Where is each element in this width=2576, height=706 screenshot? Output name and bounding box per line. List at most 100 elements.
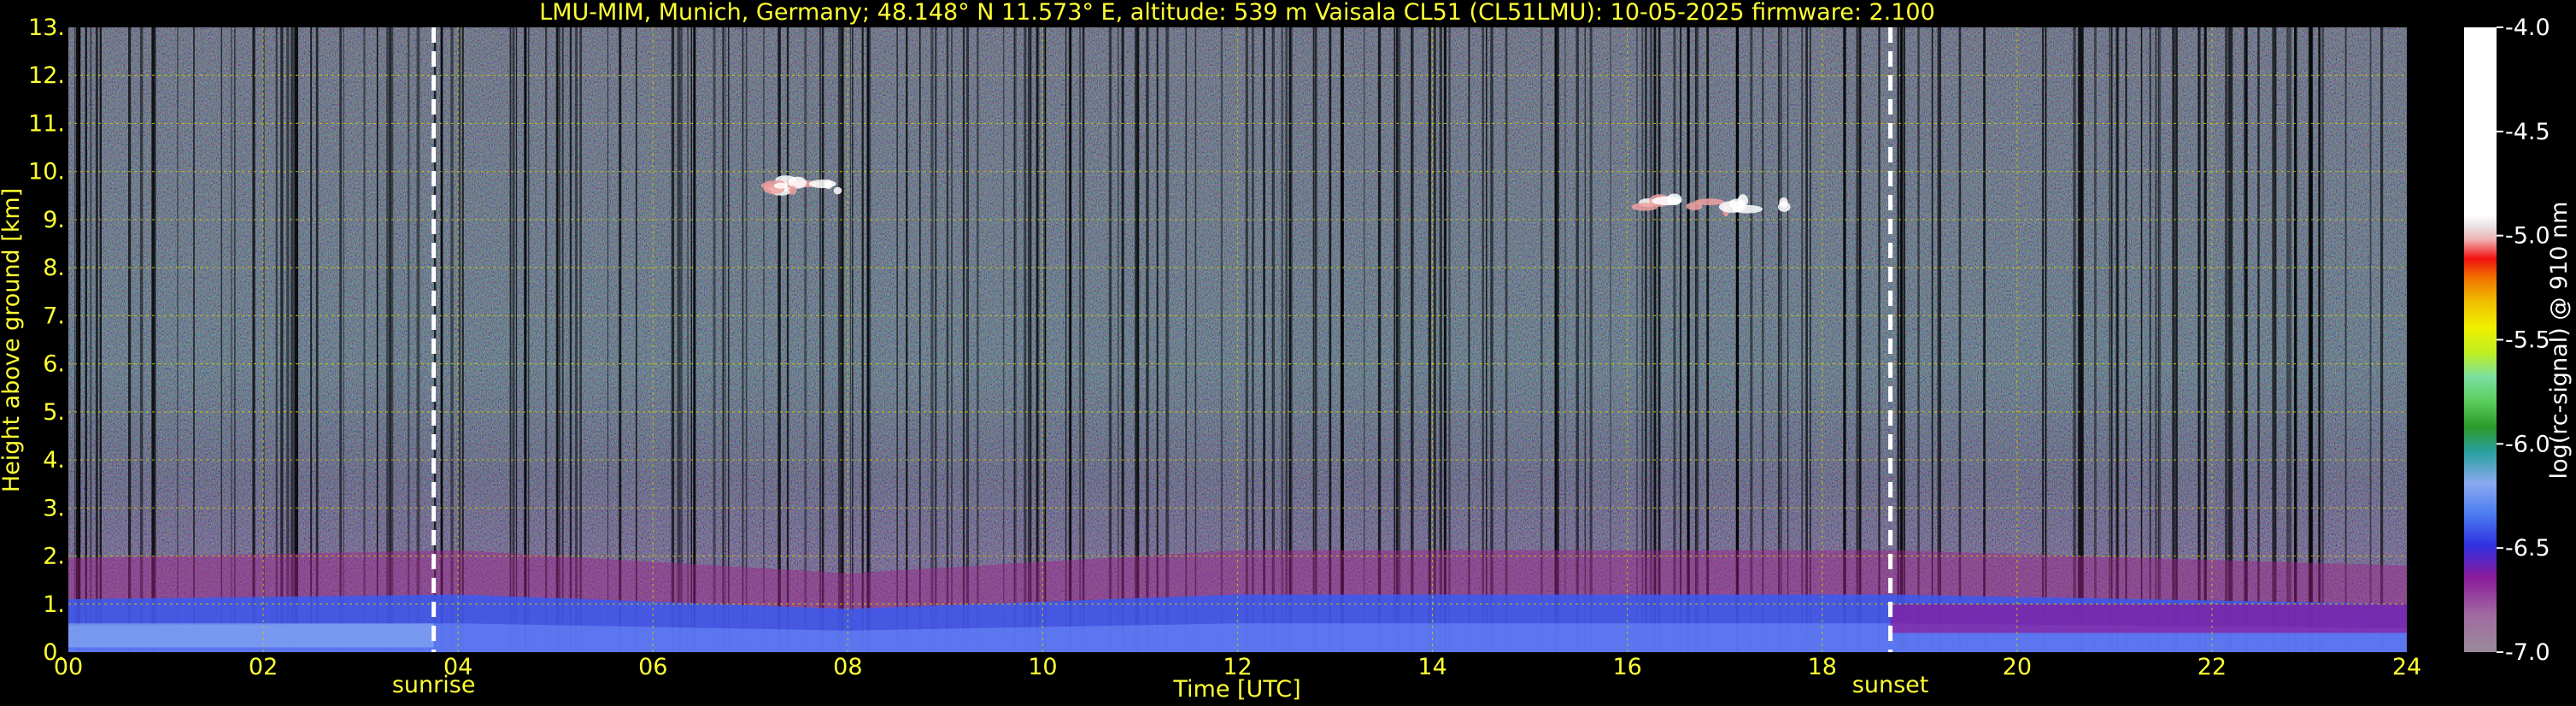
y-tick-label: 9. [43,207,65,233]
y-tick-label: 10. [28,159,65,185]
dropout-stripe [2199,27,2201,652]
plot-area [68,27,2407,652]
event-label: sunset [1852,672,1929,698]
colorbar-label: log(rc-signal) @ 910 nm [2546,202,2573,479]
residual-layer [1890,603,2407,633]
event-labels: sunrise sunset [392,672,1928,698]
dropout-stripe [2174,27,2177,652]
cloud-blob [774,182,787,189]
event-label: sunrise [392,672,476,698]
dropout-stripe [935,27,937,652]
dropout-stripe [1030,27,1032,652]
y-tick-label: 1. [43,591,65,618]
x-tick-label: 10 [1028,654,1057,680]
cloud-blob [1777,202,1791,212]
colorbar: -4.0 -4.5 -5.0 -5.5 -6.0 -6.5 -7.0 log(rc-sign… [2464,15,2573,666]
cloud-blob [788,185,797,195]
x-tick-label: 16 [1612,654,1641,680]
dropout-stripe [804,27,807,652]
dropout-stripe [819,27,822,652]
colorbar-tick-label: -4.0 [2505,15,2550,41]
colorbar-tick-label: -7.0 [2505,639,2550,666]
y-tick-label: 7. [43,303,65,329]
dropout-stripe [966,27,969,652]
y-tick-label: 5. [43,399,65,426]
dropout-stripe [2288,27,2291,652]
dropout-stripe [822,27,824,652]
x-tick-label: 12 [1223,654,1252,680]
dropout-stripe [918,27,921,652]
dropout-stripe [1082,27,1085,652]
x-tick-label: 02 [249,654,278,680]
y-axis-ticks: 0. 1. 2. 3. 4. 5. 6. 7. 8. 9. 10. 11. 12. 13. [28,15,65,666]
x-tick-label: 14 [1417,654,1446,680]
dropout-stripe [906,27,908,652]
dropout-stripe [946,27,949,652]
dropout-stripe [1079,27,1081,652]
dropout-stripe [690,27,692,652]
x-tick-label: 08 [833,654,862,680]
y-tick-label: 6. [43,351,65,378]
dropout-stripe [2232,27,2233,652]
dropout-stripe [2286,27,2289,652]
dropout-stripe [671,27,675,652]
dropout-stripe [1028,27,1030,652]
dropout-stripe [866,27,870,652]
dropout-stripe [786,27,789,652]
dropout-stripe [951,27,953,652]
dropout-stripe [962,27,965,652]
dropout-stripe [896,27,898,652]
dropout-stripe [840,27,842,652]
dropout-stripe [2321,27,2324,652]
boundary-layer [68,550,2407,652]
dropout-stripe [2274,27,2277,652]
dropout-stripe [777,27,781,652]
y-tick-label: 12. [28,62,65,89]
dropout-stripe [2380,27,2384,652]
colorbar-tick-label: -5.0 [2505,223,2550,250]
dropout-stripe [2294,27,2297,652]
dropout-stripe [763,27,765,652]
dropout-stripe [2257,27,2260,652]
dropout-stripe [2244,27,2248,652]
cloud-blob [1694,198,1724,206]
x-tick-label: 20 [2003,654,2032,680]
dropout-stripe [1002,27,1005,652]
dropout-stripe [1065,27,1067,652]
dropout-stripe [849,27,851,652]
dropout-stripe [930,27,934,652]
dropout-stripe [2225,27,2227,652]
x-tick-label: 18 [1808,654,1837,680]
dropout-stripe [713,27,716,652]
y-tick-label: 11. [28,110,65,137]
ceilometer-chart: LMU-MIM, Munich, Germany; 48.148° N 11.5… [0,0,2573,703]
dropout-stripe [2176,27,2178,652]
dropout-stripe [1045,27,1047,652]
dropout-stripe [677,27,680,652]
y-tick-label: 4. [43,447,65,474]
y-axis-label: Height above ground [km] [0,188,25,492]
x-tick-label: 22 [2198,654,2227,680]
morning-layer [68,623,434,648]
dropout-stripe [1036,27,1038,652]
dropout-stripe [837,27,842,652]
colorbar-tick-label: -4.5 [2505,119,2550,145]
dropout-stripe [728,27,730,652]
dropout-stripe [2369,27,2372,652]
dropout-stripe [693,27,696,652]
colorbar-scale [2464,27,2497,652]
dropout-stripe [680,27,683,652]
y-tick-label: 8. [43,255,65,281]
y-tick-label: 2. [43,544,65,570]
dropout-stripe [2204,27,2207,652]
colorbar-tick-label: -6.5 [2505,535,2550,562]
colorbar-ticks: -4.0 -4.5 -5.0 -5.5 -6.0 -6.5 -7.0 [2497,15,2550,666]
dropout-stripe [2318,27,2321,652]
dropout-stripe [2309,27,2311,652]
x-tick-label: 24 [2392,654,2421,680]
x-tick-label: 06 [638,654,667,680]
y-tick-label: 3. [43,495,65,521]
cloud-blob [833,186,842,195]
dropout-stripe [2172,27,2175,652]
dropout-stripe [852,27,854,652]
